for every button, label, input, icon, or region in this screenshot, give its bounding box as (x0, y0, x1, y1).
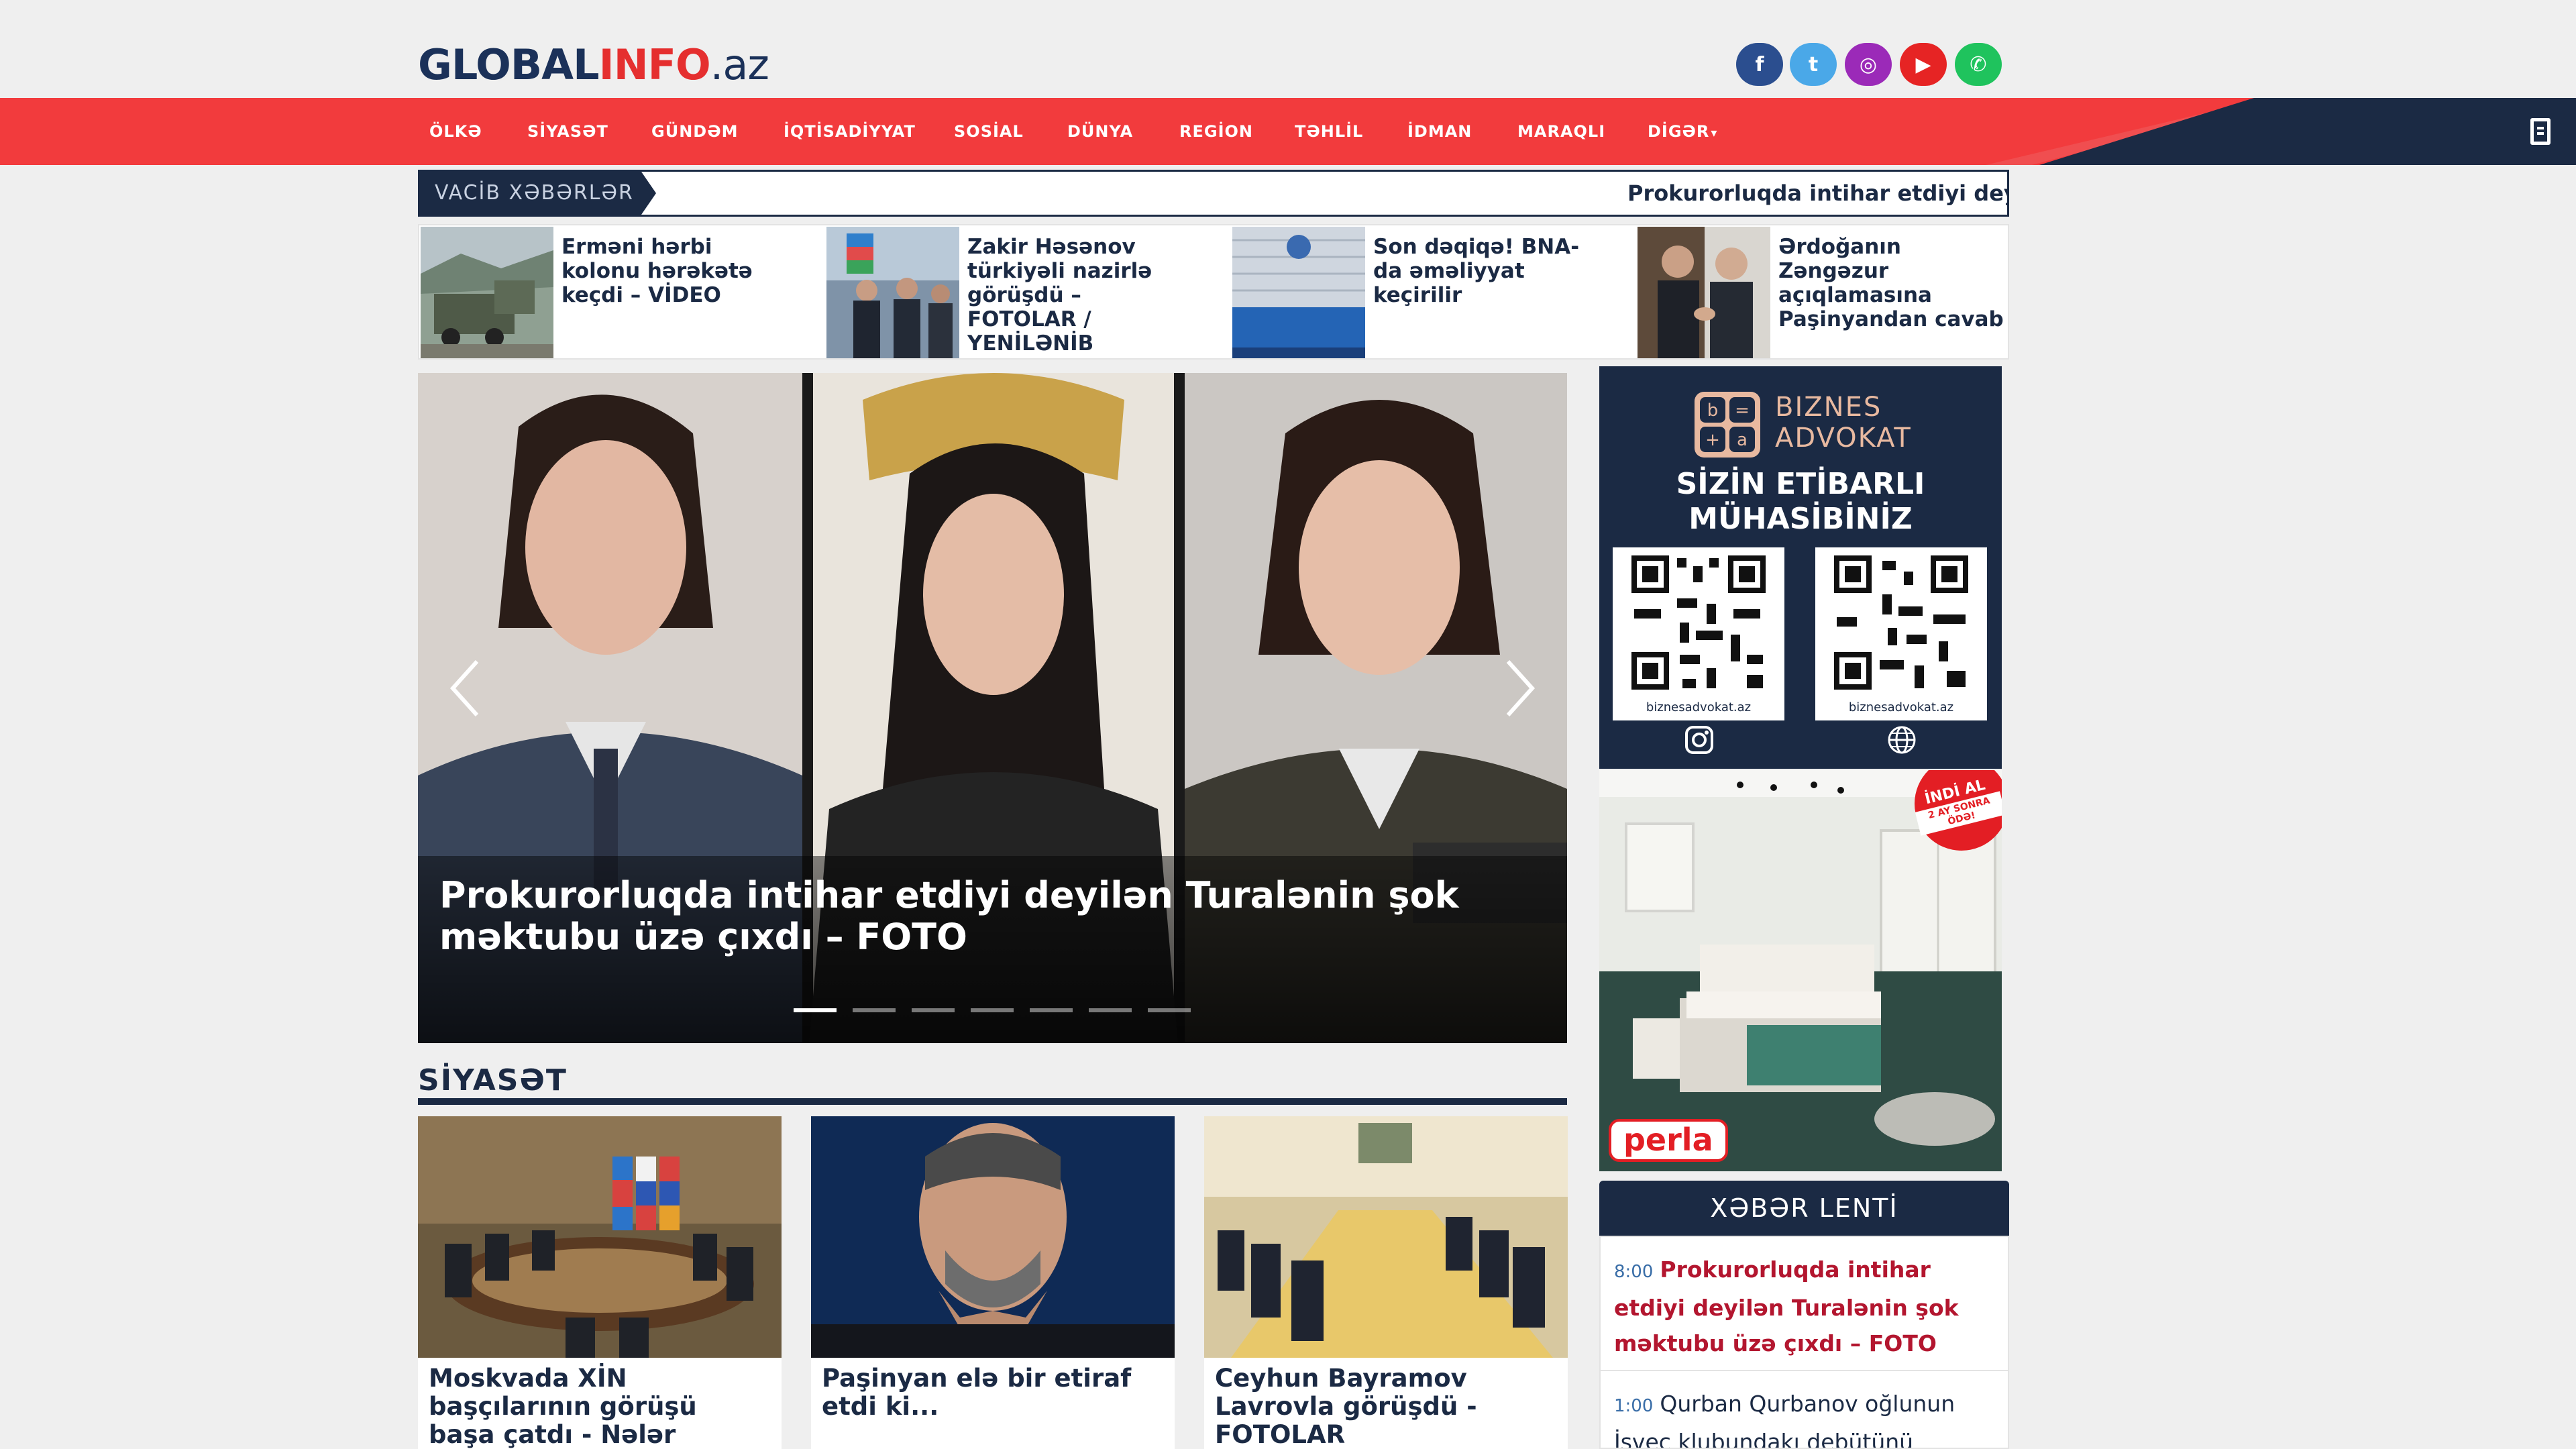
slider-dot[interactable] (912, 1008, 955, 1012)
article-image (418, 1116, 782, 1358)
nav-item-iqtisadiyyat[interactable]: İQTİSADİYYAT (784, 98, 916, 165)
breaking-label-arrow (641, 172, 656, 215)
top-story-image[interactable] (1638, 227, 1770, 358)
qr-code-caption: biznesadvokat.az (1646, 700, 1752, 714)
nav-item-diger[interactable]: DİGƏR ▾ (1648, 98, 1717, 165)
article-image (811, 1116, 1175, 1358)
section-divider (418, 1098, 1567, 1105)
ministers-roundtable-photo (418, 1116, 782, 1358)
politician-portrait-photo (811, 1116, 1175, 1358)
slider-next-icon[interactable] (1500, 655, 1540, 722)
top-story-title[interactable]: Erməni hərbi kolonu hərəkətə keçdi – VİD… (561, 235, 790, 307)
nav-item-sosial[interactable]: SOSİAL (954, 98, 1024, 165)
nav-item-maraqli[interactable]: MARAQLI (1517, 98, 1605, 165)
nav-item-region[interactable]: REGİON (1179, 98, 1253, 165)
chevron-down-icon: ▾ (1711, 126, 1718, 140)
calculator-logo-icon: b = + a (1695, 392, 1760, 458)
top-story-image[interactable] (1232, 227, 1365, 358)
slider-dot[interactable] (1148, 1008, 1191, 1012)
slider-dot[interactable] (971, 1008, 1014, 1012)
ad-brand-line: ADVOKAT (1775, 423, 1912, 453)
top-story-title[interactable]: Ərdoğanın Zəngəzur açıqlamasına Paşinyan… (1778, 235, 2006, 331)
site-header (0, 0, 2576, 98)
sidebar-ad-perla[interactable]: İNDİ AL 2 AY SONRA ÖDƏ! perla (1599, 770, 2002, 1171)
nav-item-olke[interactable]: ÖLKƏ (429, 98, 482, 165)
youtube-icon[interactable]: ▶ (1900, 43, 1947, 86)
news-feed-item-title[interactable]: Prokurorluqda intihar etdiyi deyilən Tur… (1614, 1256, 1959, 1356)
facebook-icon[interactable]: f (1736, 43, 1783, 86)
logo-part-domain: .az (710, 40, 769, 89)
main-slider[interactable]: Prokurorluqda intihar etdiyi deyilən Tur… (418, 373, 1567, 1043)
article-card[interactable]: Moskvada XİN başçılarının görüşü başa ça… (418, 1116, 782, 1449)
nav-item-idman[interactable]: İDMAN (1407, 98, 1472, 165)
twitter-icon[interactable]: t (1790, 43, 1837, 86)
article-image (1204, 1116, 1568, 1358)
news-feed-item[interactable]: 1:00 Qurban Qurbanov oğlunun İsveç klubun… (1614, 1386, 1996, 1448)
nav-item-tehlil[interactable]: TƏHLİL (1295, 98, 1363, 165)
slider-caption[interactable]: Prokurorluqda intihar etdiyi deyilən Tur… (439, 875, 1486, 958)
qr-code (1815, 547, 1987, 720)
nav-item-dunya[interactable]: DÜNYA (1067, 98, 1133, 165)
article-card[interactable]: Ceyhun Bayramov Lavrovla görüşdü - FOTOL… (1204, 1116, 1568, 1449)
nav-item-diger-label: DİGƏR (1648, 122, 1710, 141)
nav-dark-decoration (2039, 98, 2576, 165)
slider-prev-icon[interactable] (445, 655, 485, 722)
article-title[interactable]: Moskvada XİN başçılarının görüşü başa ça… (429, 1364, 771, 1449)
military-convoy-photo (421, 227, 553, 358)
article-title[interactable]: Paşinyan elə bir etiraf etdi ki... (822, 1364, 1164, 1421)
ad-brand-name: BIZNES ADVOKAT (1775, 392, 1912, 453)
top-story-title[interactable]: Zakir Həsənov türkiyəli nazirlə görüşdü … (967, 235, 1195, 356)
qr-code-caption: biznesadvokat.az (1848, 700, 1954, 714)
slider-dot[interactable] (853, 1008, 896, 1012)
qr-code-icon (1631, 555, 1766, 690)
slider-dot[interactable] (794, 1008, 837, 1012)
sidebar-ad-biznes-advokat[interactable]: b = + a BIZNES ADVOKAT SİZİN ETİBARLI MÜ… (1599, 366, 2002, 769)
delegations-meeting-photo (1204, 1116, 1568, 1358)
breaking-news-bar: VACİB XƏBƏRLƏR Prokurorluqda intihar etd… (418, 170, 2009, 217)
logo-part-global: GLOBAL (418, 40, 600, 89)
qr-code (1613, 547, 1784, 720)
news-feed-item-title[interactable]: Qurban Qurbanov oğlunun İsveç klubundakı… (1614, 1391, 1955, 1448)
article-card[interactable]: Paşinyan elə bir etiraf etdi ki... (811, 1116, 1175, 1449)
top-stories-row: Erməni hərbi kolonu hərəkətə keçdi – VİD… (418, 224, 2009, 360)
officials-meeting-photo (826, 227, 959, 358)
nav-item-gundem[interactable]: GÜNDƏM (651, 98, 738, 165)
ad-brand-line: BIZNES (1775, 392, 1882, 423)
svg-text:=: = (1735, 400, 1750, 421)
top-story-title[interactable]: Son dəqiqə! BNA-da əməliyyat keçirilir (1373, 235, 1601, 307)
ad-headline-line: MÜHASİBİNİZ (1688, 502, 1913, 536)
instagram-icon[interactable]: ◎ (1845, 43, 1892, 86)
news-feed-list: 8:00 Prokurorluqda intihar etdiyi deyilən… (1599, 1236, 2009, 1449)
section-title[interactable]: SİYASƏT (418, 1063, 568, 1097)
svg-text:a: a (1737, 430, 1748, 450)
news-feed-time: 8:00 (1614, 1262, 1654, 1282)
menu-icon[interactable] (2530, 118, 2551, 145)
perla-logo: perla (1609, 1119, 1728, 1162)
instagram-icon (1685, 726, 1713, 754)
site-logo[interactable]: GLOBALINFO.az (418, 44, 769, 86)
svg-text:+: + (1705, 430, 1720, 450)
slider-dot[interactable] (1030, 1008, 1073, 1012)
ad-headline-line: SİZİN ETİBARLI (1676, 467, 1925, 501)
breaking-news-ticker[interactable]: Prokurorluqda intihar etdiyi deyilən Tur… (1627, 172, 2007, 215)
handshake-photo (1638, 227, 1770, 358)
svg-text:b: b (1707, 400, 1719, 421)
breaking-news-label: VACİB XƏBƏRLƏR (420, 172, 641, 215)
news-feed-divider (1601, 1370, 2008, 1371)
top-story-image[interactable] (421, 227, 553, 358)
building-sign-photo (1232, 227, 1365, 358)
main-nav: ÖLKƏ SİYASƏT GÜNDƏM İQTİSADİYYAT SOSİAL … (0, 98, 2576, 165)
globe-icon (1888, 726, 1916, 754)
logo-part-info: INFO (598, 40, 711, 89)
nav-item-siyaset[interactable]: SİYASƏT (527, 98, 608, 165)
article-title[interactable]: Ceyhun Bayramov Lavrovla görüşdü - FOTOL… (1215, 1364, 1557, 1449)
qr-code-icon (1834, 555, 1968, 690)
slider-dot[interactable] (1089, 1008, 1132, 1012)
top-story-image[interactable] (826, 227, 959, 358)
ad-headline: SİZİN ETİBARLI MÜHASİBİNİZ (1599, 467, 2002, 537)
news-feed-time: 1:00 (1614, 1396, 1654, 1416)
news-feed-title[interactable]: XƏBƏR LENTİ (1599, 1181, 2009, 1236)
whatsapp-icon[interactable]: ✆ (1955, 43, 2002, 86)
news-feed-item[interactable]: 8:00 Prokurorluqda intihar etdiyi deyilən… (1614, 1252, 1996, 1361)
